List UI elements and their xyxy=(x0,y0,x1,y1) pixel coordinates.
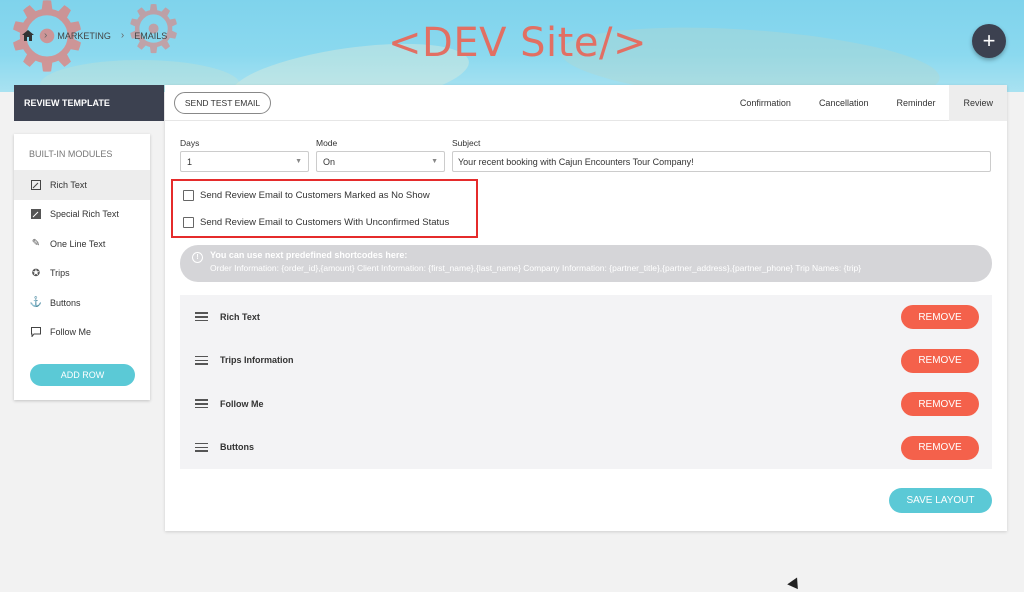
subject-field-group: Subject Your recent booking with Cajun E… xyxy=(452,138,991,172)
badge-icon: ✪ xyxy=(31,267,41,279)
chevron-down-icon: ▼ xyxy=(431,158,438,165)
home-icon[interactable] xyxy=(22,30,34,41)
mode-select[interactable]: On ▼ xyxy=(316,151,445,172)
breadcrumb: › MARKETING › EMAILS xyxy=(22,30,167,41)
editor-toolbar: SEND TEST EMAIL Confirmation Cancellatio… xyxy=(165,85,1007,121)
template-tabs: Confirmation Cancellation Reminder Revie… xyxy=(726,85,1007,121)
template-editor-panel: SEND TEST EMAIL Confirmation Cancellatio… xyxy=(165,85,1007,531)
module-item-label: Trips xyxy=(50,268,70,279)
mode-field-group: Mode On ▼ xyxy=(316,138,445,172)
mode-value: On xyxy=(323,156,336,167)
unconfirmed-checkbox[interactable] xyxy=(183,217,194,228)
rich-text-icon xyxy=(31,179,41,190)
layout-row-label: Rich Text xyxy=(220,311,260,322)
drag-handle-icon[interactable] xyxy=(195,442,208,452)
drag-handle-icon[interactable] xyxy=(195,312,208,322)
shortcodes-notice: ! You can use next predefined shortcodes… xyxy=(180,245,992,282)
tab-review[interactable]: Review xyxy=(949,85,1007,121)
layout-row[interactable]: Buttons REMOVE xyxy=(180,426,992,470)
subject-label: Subject xyxy=(452,138,481,148)
module-item-label: Follow Me xyxy=(50,327,92,338)
module-item-special-rich-text[interactable]: Special Rich Text xyxy=(14,200,150,230)
layout-row[interactable]: Rich Text REMOVE xyxy=(180,295,992,339)
unconfirmed-checkbox-label: Send Review Email to Customers With Unco… xyxy=(200,217,450,228)
breadcrumb-item-marketing[interactable]: MARKETING xyxy=(57,31,111,41)
module-item-label: Rich Text xyxy=(50,179,87,190)
header-banner: ⚙ ⚙ › MARKETING › EMAILS <DEV Site/> xyxy=(0,0,1024,92)
days-field-group: Days 1 ▼ xyxy=(180,138,309,172)
section-title: REVIEW TEMPLATE xyxy=(14,85,164,121)
module-item-buttons[interactable]: ⚓ Buttons xyxy=(14,288,150,318)
mode-label: Mode xyxy=(316,138,338,148)
tab-cancellation[interactable]: Cancellation xyxy=(805,85,883,121)
save-layout-button[interactable]: SAVE LAYOUT xyxy=(889,488,992,513)
built-in-modules-panel: BUILT-IN MODULES Rich Text Special Rich … xyxy=(14,134,150,400)
days-value: 1 xyxy=(187,156,193,167)
layout-row-label: Follow Me xyxy=(220,398,264,409)
add-row-button[interactable]: ADD ROW xyxy=(30,364,135,386)
module-item-rich-text[interactable]: Rich Text xyxy=(14,170,150,200)
drag-handle-icon[interactable] xyxy=(195,399,208,409)
gear-icon: ⚙ xyxy=(4,0,91,91)
mouse-cursor-icon xyxy=(787,577,803,592)
tab-reminder[interactable]: Reminder xyxy=(882,85,949,121)
days-label: Days xyxy=(180,138,200,148)
no-show-checkbox-label: Send Review Email to Customers Marked as… xyxy=(200,190,430,201)
notice-title: You can use next predefined shortcodes h… xyxy=(210,250,408,260)
module-item-follow-me[interactable]: Follow Me xyxy=(14,318,150,348)
add-fab-button[interactable]: + xyxy=(972,24,1006,58)
send-test-email-button[interactable]: SEND TEST EMAIL xyxy=(174,92,271,114)
remove-button[interactable]: REMOVE xyxy=(901,305,979,329)
breadcrumb-item-emails[interactable]: EMAILS xyxy=(134,31,167,41)
no-show-checkbox[interactable] xyxy=(183,190,194,201)
breadcrumb-separator-icon: › xyxy=(120,30,125,41)
module-item-label: Special Rich Text xyxy=(50,209,119,220)
tab-confirmation[interactable]: Confirmation xyxy=(726,85,805,121)
breadcrumb-separator-icon: › xyxy=(44,30,48,41)
site-title: <DEV Site/> xyxy=(388,20,647,66)
special-rich-text-icon xyxy=(31,209,41,220)
modules-title: BUILT-IN MODULES xyxy=(29,149,113,159)
remove-button[interactable]: REMOVE xyxy=(901,348,979,373)
module-item-trips[interactable]: ✪ Trips xyxy=(14,259,150,289)
module-item-one-line-text[interactable]: ✎ One Line Text xyxy=(14,229,150,259)
module-item-label: Buttons xyxy=(50,297,81,308)
notice-body: Order Information: {order_id},{amount} C… xyxy=(210,263,862,273)
chat-icon xyxy=(31,327,41,338)
pencil-icon: ✎ xyxy=(31,238,41,250)
subject-input[interactable]: Your recent booking with Cajun Encounter… xyxy=(452,151,991,172)
layout-row-label: Buttons xyxy=(220,442,254,453)
module-item-label: One Line Text xyxy=(50,238,106,249)
remove-button[interactable]: REMOVE xyxy=(901,392,979,416)
checkbox-highlight-box: Send Review Email to Customers Marked as… xyxy=(171,179,478,238)
anchor-icon: ⚓ xyxy=(29,297,43,309)
unconfirmed-checkbox-row[interactable]: Send Review Email to Customers With Unco… xyxy=(183,217,449,228)
plus-icon: + xyxy=(982,28,996,53)
layout-row[interactable]: Trips Information REMOVE xyxy=(180,339,992,383)
info-icon: ! xyxy=(192,252,203,263)
layout-row[interactable]: Follow Me REMOVE xyxy=(180,382,992,426)
chevron-down-icon: ▼ xyxy=(295,158,302,165)
layout-row-label: Trips Information xyxy=(220,355,294,366)
no-show-checkbox-row[interactable]: Send Review Email to Customers Marked as… xyxy=(183,190,430,201)
remove-button[interactable]: REMOVE xyxy=(901,435,979,460)
drag-handle-icon[interactable] xyxy=(195,355,208,365)
layout-rows-list: Rich Text REMOVE Trips Information REMOV… xyxy=(180,295,992,469)
days-select[interactable]: 1 ▼ xyxy=(180,151,309,172)
